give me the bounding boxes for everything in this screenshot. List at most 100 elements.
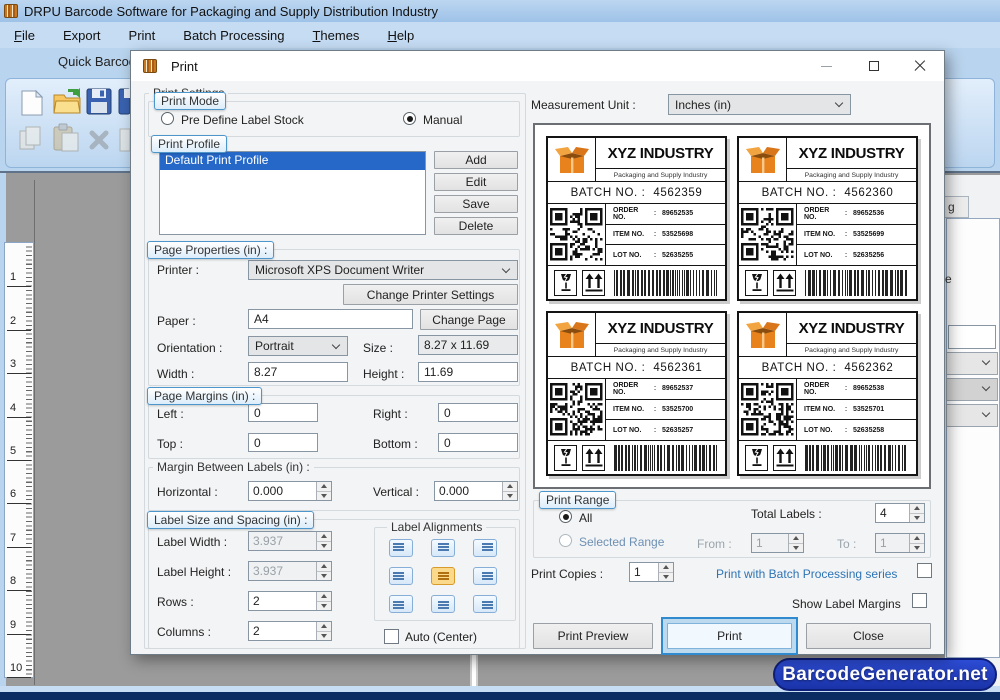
batch-series-checkbox[interactable] [917,563,932,578]
height-input[interactable]: 11.69 [418,362,518,382]
save-icon[interactable] [86,88,112,116]
batch-series-label[interactable]: Print with Batch Processing series [716,567,897,581]
right-input-fragment[interactable] [948,325,996,349]
quick-barcode-tab[interactable]: Quick Barcod [58,54,136,69]
printer-label: Printer : [157,263,199,277]
delete-icon[interactable] [88,129,110,151]
new-document-icon[interactable] [20,89,44,117]
print-button-highlight: Print [661,617,798,655]
paper-label: Paper : [157,314,196,328]
vertical-spinner[interactable]: 0.000 [434,481,518,501]
spin-up-icon [910,534,924,544]
menu-item-themes[interactable]: Themes [312,28,359,43]
alignment-button-bottom-center[interactable] [431,595,455,613]
copy-icon[interactable] [18,125,44,153]
paste-icon[interactable] [52,123,80,153]
print-profile-list[interactable]: Default Print Profile [159,151,426,235]
label-batch-row: BATCH NO. :4562362 [739,357,916,379]
height-label: Height : [363,367,404,381]
print-preview-area: XYZ INDUSTRY Packaging and Supply Indust… [533,123,931,489]
spin-down-icon [910,514,924,523]
menu-item-batch-processing[interactable]: Batch Processing [183,28,284,43]
alignment-button-top-left[interactable] [389,539,413,557]
alignment-button-middle-left[interactable] [389,567,413,585]
show-label-margins-checkbox[interactable] [912,593,927,608]
menu-item-file[interactable]: File [14,28,35,43]
right-tab-fragment[interactable]: g [943,196,969,218]
right-dropdown-2[interactable] [946,378,998,401]
edit-button[interactable]: Edit [434,173,518,191]
delete-button[interactable]: Delete [434,217,518,235]
spin-up-icon [789,534,803,544]
columns-spinner[interactable]: 2 [248,621,332,641]
maximize-button[interactable] [852,51,896,81]
spin-up-icon [317,622,331,632]
change-printer-settings-button[interactable]: Change Printer Settings [343,284,518,305]
menu-item-help[interactable]: Help [387,28,414,43]
menu-item-export[interactable]: Export [63,28,101,43]
save-button[interactable]: Save [434,195,518,213]
size-value: 8.27 x 11.69 [418,335,518,355]
measurement-unit-dropdown[interactable]: Inches (in) [668,94,851,115]
minimize-button[interactable] [804,51,848,81]
radio-all-label[interactable]: All [579,511,592,525]
right-dropdown-1[interactable] [946,352,998,375]
brand-badge[interactable]: BarcodeGenerator.net [773,658,997,691]
fragile-icon [554,270,577,296]
radio-manual[interactable] [403,112,416,125]
printer-dropdown[interactable]: Microsoft XPS Document Writer [248,260,518,280]
horizontal-spinner[interactable]: 0.000 [248,481,332,501]
spin-up-icon [659,563,673,573]
margin-right-label: Right : [373,407,408,421]
add-button[interactable]: Add [434,151,518,169]
radio-selected-range-label[interactable]: Selected Range [579,535,664,549]
close-icon[interactable] [898,51,942,81]
auto-center-label[interactable]: Auto (Center) [405,630,477,644]
right-dropdown-3[interactable] [946,404,998,427]
alignment-grid [389,539,501,615]
print-copies-label: Print Copies : [531,567,603,581]
print-button[interactable]: Print [667,623,792,649]
alignment-button-middle-center[interactable] [431,567,455,585]
qr-code [550,383,603,436]
list-item-selected[interactable]: Default Print Profile [160,152,425,170]
box-logo-icon [548,138,596,181]
menu-item-print[interactable]: Print [129,28,156,43]
alignment-button-bottom-left[interactable] [389,595,413,613]
show-label-margins-label[interactable]: Show Label Margins [792,597,901,611]
alignment-button-top-center[interactable] [431,539,455,557]
label-tagline: Packaging and Supply Industry [596,343,725,356]
radio-predefine-label[interactable]: Pre Define Label Stock [181,113,304,127]
margin-top-input[interactable]: 0 [248,433,318,452]
spin-down-icon [503,492,517,501]
radio-all[interactable] [559,510,572,523]
margin-right-input[interactable]: 0 [438,403,518,422]
print-preview-button[interactable]: Print Preview [533,623,653,649]
paper-input[interactable]: A4 [248,309,413,329]
rows-spinner[interactable]: 2 [248,591,332,611]
margin-bottom-input[interactable]: 0 [438,433,518,452]
change-page-button[interactable]: Change Page [420,309,518,330]
orientation-dropdown[interactable]: Portrait [248,336,348,356]
radio-predefine[interactable] [161,112,174,125]
save-as-icon[interactable] [118,88,130,116]
margin-left-input[interactable]: 0 [248,403,318,422]
alignment-button-top-right[interactable] [473,539,497,557]
label-field-row: ITEM NO.:53525700 [606,400,725,421]
total-labels-spinner[interactable]: 4 [875,503,925,523]
print-copies-spinner[interactable]: 1 [629,562,674,582]
radio-selected-range[interactable] [559,534,572,547]
width-input[interactable]: 8.27 [248,362,348,382]
clipped-icon[interactable] [118,125,130,153]
close-button[interactable]: Close [806,623,931,649]
label-width-spinner: 3.937 [248,531,332,551]
alignment-button-bottom-right[interactable] [473,595,497,613]
radio-manual-label[interactable]: Manual [423,113,462,127]
open-folder-icon[interactable] [52,87,82,117]
barcode [614,445,719,471]
label-batch-row: BATCH NO. :4562360 [739,182,916,204]
alignment-button-middle-right[interactable] [473,567,497,585]
measurement-unit-label: Measurement Unit : [531,98,636,112]
auto-center-checkbox[interactable] [384,629,399,644]
spin-down-icon [789,544,803,553]
